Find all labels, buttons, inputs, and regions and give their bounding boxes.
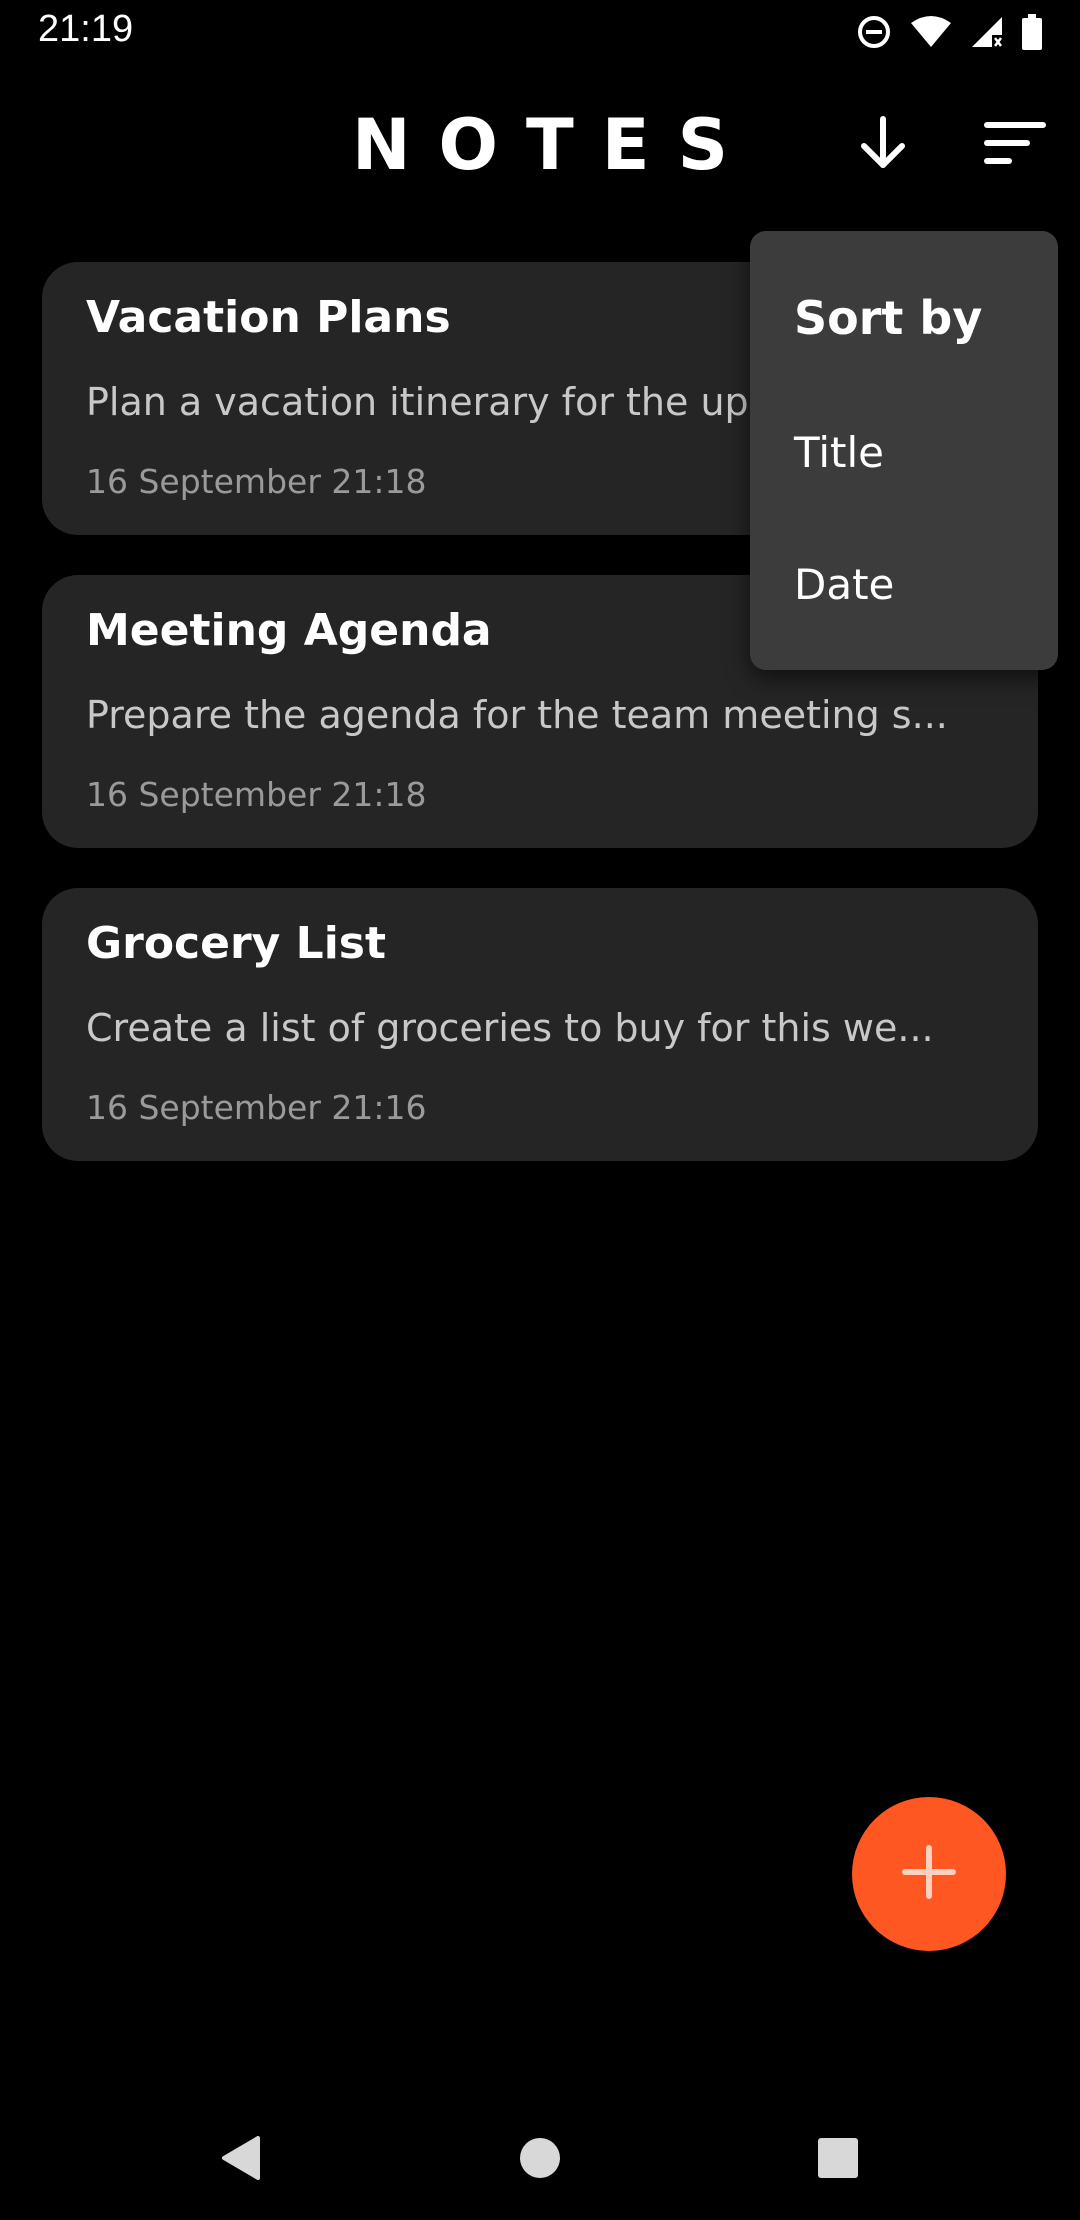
notes-screen: 21:19 NOTES Vacation Plans Plan a vacati… [0,0,1080,2220]
sort-menu-header: Sort by [794,291,983,345]
status-bar: 21:19 [0,0,1080,66]
sort-by-title-option[interactable]: Title [750,396,1058,506]
note-date: 16 September 21:16 [86,1088,427,1127]
page-title: NOTES [351,104,757,186]
note-body: Create a list of groceries to buy for th… [86,1006,934,1050]
wifi-icon [910,15,952,49]
navigation-bar [0,2100,1080,2220]
back-button[interactable] [210,2130,270,2190]
note-title: Vacation Plans [86,292,451,343]
recents-icon [816,2136,860,2184]
sort-dropdown-menu: Sort by Title Date [750,231,1058,670]
do-not-disturb-icon [856,14,892,50]
sort-icon [983,119,1047,171]
app-header: NOTES [0,100,1080,190]
note-title: Meeting Agenda [86,605,492,656]
status-icons [856,12,1042,52]
sort-menu-button[interactable] [980,110,1050,180]
note-date: 16 September 21:18 [86,462,427,501]
note-card[interactable]: Grocery List Create a list of groceries … [42,888,1038,1161]
note-body: Prepare the agenda for the team meeting … [86,693,948,737]
back-icon [218,2134,262,2186]
recents-button[interactable] [808,2130,868,2190]
cell-signal-icon [970,15,1004,49]
arrow-down-icon [858,115,908,175]
add-note-button[interactable] [852,1797,1006,1951]
home-icon [518,2136,562,2184]
note-date: 16 September 21:18 [86,775,427,814]
plus-icon [901,1844,957,1904]
status-time: 21:19 [38,8,134,50]
sort-by-date-option[interactable]: Date [750,528,1058,638]
home-button[interactable] [510,2130,570,2190]
sort-option-label: Date [794,560,895,609]
battery-icon [1022,14,1042,50]
note-title: Grocery List [86,918,387,969]
sort-option-label: Title [794,428,885,477]
sort-order-button[interactable] [848,110,918,180]
